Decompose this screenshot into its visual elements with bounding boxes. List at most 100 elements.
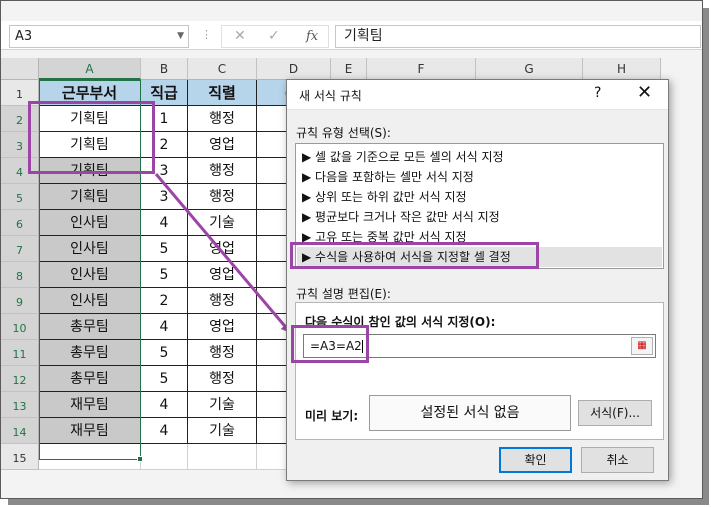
- close-icon[interactable]: ✕: [637, 82, 652, 103]
- text-cursor: [361, 340, 363, 353]
- formula-field[interactable]: =A3=A2 ▦: [303, 334, 656, 358]
- cell-b15[interactable]: [141, 444, 188, 470]
- cell-c12[interactable]: 행정: [188, 366, 257, 392]
- format-button[interactable]: 서식(F)...: [578, 400, 652, 426]
- row-header-10[interactable]: 10: [1, 314, 39, 340]
- cell-b8[interactable]: 5: [141, 262, 188, 288]
- column-header-c[interactable]: C: [188, 58, 257, 80]
- cell-a10[interactable]: 총무팀: [39, 314, 141, 340]
- row-header-3[interactable]: 3: [1, 132, 39, 158]
- cell-c4[interactable]: 행정: [188, 158, 257, 184]
- ok-button[interactable]: 확인: [499, 447, 572, 473]
- row-header-9[interactable]: 9: [1, 288, 39, 314]
- cell-a1[interactable]: 근무부서: [39, 80, 141, 106]
- cell-b11[interactable]: 5: [141, 340, 188, 366]
- insert-function-icon[interactable]: fx: [306, 26, 318, 47]
- cell-c3[interactable]: 영업: [188, 132, 257, 158]
- cell-c11[interactable]: 행정: [188, 340, 257, 366]
- cell-b7[interactable]: 5: [141, 236, 188, 262]
- rule-type-item[interactable]: ▶ 고유 또는 중복 값만 서식 지정: [302, 227, 467, 247]
- row-header-8[interactable]: 8: [1, 262, 39, 288]
- cell-c1[interactable]: 직렬: [188, 80, 257, 106]
- cell-c14[interactable]: 기술: [188, 418, 257, 444]
- cell-a13[interactable]: 재무팀: [39, 392, 141, 418]
- cell-a4[interactable]: 기획팀: [39, 158, 141, 184]
- rule-type-item[interactable]: ▶ 다음을 포함하는 셀만 서식 지정: [302, 167, 474, 187]
- row-header-12[interactable]: 12: [1, 366, 39, 392]
- cell-c2[interactable]: 행정: [188, 106, 257, 132]
- cell-a7[interactable]: 인사팀: [39, 236, 141, 262]
- rule-type-item[interactable]: ▶ 평균보다 크거나 작은 값만 서식 지정: [302, 207, 500, 227]
- frame-shadow-right: [703, 8, 709, 502]
- cell-b14[interactable]: 4: [141, 418, 188, 444]
- rule-type-list: ▶ 셀 값을 기준으로 모든 셀의 서식 지정 ▶ 다음을 포함하는 셀만 서식 …: [295, 143, 664, 269]
- range-picker-icon[interactable]: ▦: [631, 337, 653, 355]
- cell-b3[interactable]: 2: [141, 132, 188, 158]
- rule-type-item[interactable]: ▶ 상위 또는 하위 값만 서식 지정: [302, 187, 467, 207]
- row-header-5[interactable]: 5: [1, 184, 39, 210]
- cell-a2[interactable]: 기획팀: [39, 106, 141, 132]
- formula-input[interactable]: 기획팀: [335, 25, 701, 48]
- help-icon[interactable]: ?: [594, 85, 601, 101]
- cell-b13[interactable]: 4: [141, 392, 188, 418]
- row-header-7[interactable]: 7: [1, 236, 39, 262]
- cell-c7[interactable]: 영업: [188, 236, 257, 262]
- cell-c15[interactable]: [188, 444, 257, 470]
- cell-c10[interactable]: 영업: [188, 314, 257, 340]
- enter-icon[interactable]: ✓: [268, 26, 280, 47]
- column-header-e[interactable]: E: [331, 58, 367, 80]
- cell-a15[interactable]: [39, 444, 141, 470]
- fill-handle[interactable]: [137, 456, 143, 462]
- row-header-13[interactable]: 13: [1, 392, 39, 418]
- preview-box: 설정된 서식 없음: [369, 395, 571, 431]
- cell-c5[interactable]: 행정: [188, 184, 257, 210]
- cell-a3[interactable]: 기획팀: [39, 132, 141, 158]
- preview-label: 미리 보기:: [305, 409, 359, 423]
- cell-b12[interactable]: 5: [141, 366, 188, 392]
- chevron-down-icon[interactable]: ▼: [177, 26, 184, 47]
- cell-a11[interactable]: 총무팀: [39, 340, 141, 366]
- name-box-value: A3: [15, 29, 33, 44]
- column-header-b[interactable]: B: [141, 58, 188, 80]
- cell-a14[interactable]: 재무팀: [39, 418, 141, 444]
- cell-b4[interactable]: 3: [141, 158, 188, 184]
- row-header-1[interactable]: 1: [1, 80, 39, 106]
- dialog-titlebar: 새 서식 규칙 ? ✕: [287, 80, 668, 110]
- column-header-g[interactable]: G: [476, 58, 583, 80]
- drag-handle-icon[interactable]: ⋮: [201, 25, 212, 47]
- rule-type-item[interactable]: ▶ 수식을 사용하여 서식을 지정할 셀 결정: [297, 247, 662, 267]
- cell-a6[interactable]: 인사팀: [39, 210, 141, 236]
- name-box[interactable]: A3 ▼: [9, 25, 189, 48]
- row-header-2[interactable]: 2: [1, 106, 39, 132]
- formula-label: 다음 수식이 참인 값의 서식 지정(O):: [305, 315, 496, 329]
- row-header-14[interactable]: 14: [1, 418, 39, 444]
- select-all-corner[interactable]: [1, 58, 39, 80]
- cell-a5[interactable]: 기획팀: [39, 184, 141, 210]
- cell-a8[interactable]: 인사팀: [39, 262, 141, 288]
- cell-c13[interactable]: 기술: [188, 392, 257, 418]
- cell-c6[interactable]: 기술: [188, 210, 257, 236]
- cell-c9[interactable]: 행정: [188, 288, 257, 314]
- cell-b1[interactable]: 직급: [141, 80, 188, 106]
- cell-b6[interactable]: 4: [141, 210, 188, 236]
- cell-a12[interactable]: 총무팀: [39, 366, 141, 392]
- cell-b10[interactable]: 4: [141, 314, 188, 340]
- rule-type-item[interactable]: ▶ 셀 값을 기준으로 모든 셀의 서식 지정: [302, 147, 504, 167]
- cell-a9[interactable]: 인사팀: [39, 288, 141, 314]
- row-header-15[interactable]: 15: [1, 444, 39, 470]
- column-header-h[interactable]: H: [583, 58, 661, 80]
- row-header-11[interactable]: 11: [1, 340, 39, 366]
- new-format-rule-dialog: 새 서식 규칙 ? ✕ 규칙 유형 선택(S): ▶ 셀 값을 기준으로 모든 …: [286, 79, 669, 481]
- cell-b9[interactable]: 2: [141, 288, 188, 314]
- cancel-icon[interactable]: ✕: [234, 26, 246, 47]
- dialog-title: 새 서식 규칙: [299, 89, 362, 103]
- column-header-a[interactable]: A: [39, 58, 141, 80]
- cell-b2[interactable]: 1: [141, 106, 188, 132]
- cancel-button[interactable]: 취소: [581, 447, 654, 473]
- row-header-4[interactable]: 4: [1, 158, 39, 184]
- row-header-6[interactable]: 6: [1, 210, 39, 236]
- cell-c8[interactable]: 영업: [188, 262, 257, 288]
- cell-b5[interactable]: 3: [141, 184, 188, 210]
- column-header-d[interactable]: D: [257, 58, 331, 80]
- column-header-f[interactable]: F: [367, 58, 476, 80]
